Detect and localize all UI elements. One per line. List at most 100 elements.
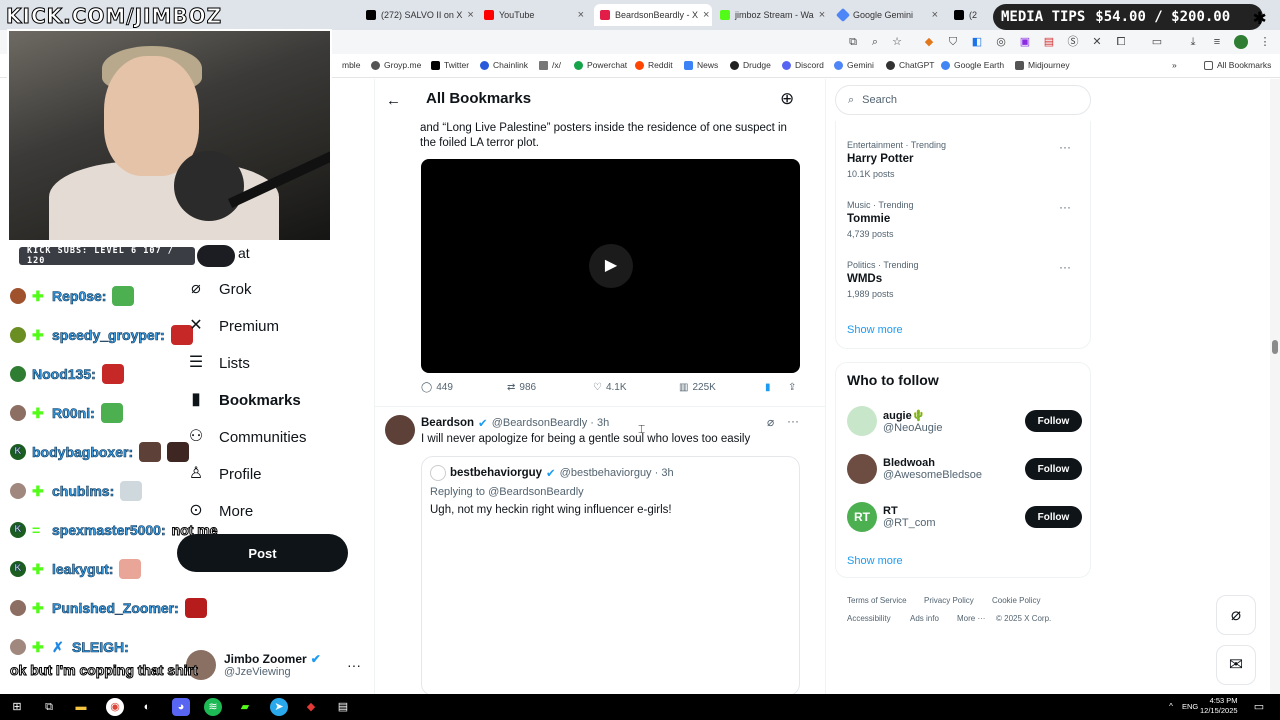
footer-link[interactable]: More ··· (957, 614, 985, 623)
tab-jimboz-stream[interactable]: jimboz Stream - Wa × (714, 4, 828, 26)
nav-premium[interactable]: ✕ Premium (187, 314, 279, 338)
footer-link[interactable]: Terms of Service (847, 596, 907, 605)
windows-start-icon[interactable]: ⊞ (8, 698, 26, 716)
bookmark-item[interactable]: Drudge (730, 60, 771, 70)
bookmarks-overflow-icon[interactable]: » (1172, 60, 1177, 70)
bookmark-item[interactable]: Powerchat (574, 60, 627, 70)
extension-icon[interactable]: ◧ (970, 35, 984, 49)
messages-button[interactable]: ✉ (1216, 645, 1256, 685)
close-icon[interactable]: × (703, 9, 709, 21)
avatar[interactable] (385, 415, 415, 445)
footer-link[interactable]: Ads info (910, 614, 939, 623)
back-arrow-icon[interactable]: ← (386, 92, 401, 109)
close-icon[interactable]: × (819, 9, 825, 21)
bookmark-item[interactable]: Reddit (635, 60, 673, 70)
sidebar-icon[interactable]: ▭ (1150, 35, 1164, 49)
reply-button[interactable]: ◯ 449 (421, 382, 453, 393)
close-icon[interactable]: × (932, 9, 938, 21)
follow-suggestion[interactable]: RT RT @RT_com Follow (847, 501, 1082, 533)
app-icon[interactable]: ◆ (302, 698, 320, 716)
shield-icon[interactable]: ⛉ (946, 35, 960, 49)
views-button[interactable]: ▥ 225K (679, 382, 716, 393)
spotify-icon[interactable]: ≋ (204, 698, 222, 716)
follow-button[interactable]: Follow (1025, 506, 1082, 528)
more-icon[interactable]: ··· (787, 414, 799, 428)
zoom-icon[interactable]: ⌕ (868, 35, 882, 49)
obs-icon[interactable]: ▰ (236, 698, 254, 716)
discord-icon[interactable]: ◕ (172, 698, 190, 716)
screenshot-icon[interactable]: ⧉ (846, 35, 860, 49)
account-switcher[interactable]: Jimbo Zoomer ✔ @JzeViewing ··· (186, 645, 361, 685)
grok-button[interactable]: ⌀ (1216, 595, 1256, 635)
reading-list-icon[interactable]: ≡ (1210, 35, 1224, 49)
more-icon[interactable]: ··· (1059, 260, 1071, 274)
follow-button[interactable]: Follow (1025, 458, 1082, 480)
footer-link[interactable]: Accessibility (847, 614, 891, 623)
nav-bookmarks[interactable]: ▮ Bookmarks (187, 388, 301, 412)
nav-grok[interactable]: ⌀ Grok (187, 277, 251, 301)
tab-youtube[interactable]: YouTube × (478, 4, 590, 26)
repost-button[interactable]: ⇄ 986 (507, 382, 536, 393)
profile-icon[interactable] (1234, 35, 1248, 49)
show-more-link[interactable]: Show more (847, 324, 903, 336)
download-icon[interactable]: ⤓ (1186, 35, 1200, 49)
search-input[interactable]: ⌕ Search (835, 85, 1091, 115)
new-folder-icon[interactable]: ⊕ (780, 89, 794, 109)
close-icon[interactable]: × (578, 9, 584, 21)
follow-suggestion[interactable]: Bledwoah @AwesomeBledsoe Follow (847, 453, 1082, 485)
all-bookmarks[interactable]: All Bookmarks (1204, 60, 1271, 70)
task-view-icon[interactable]: ⧉ (40, 698, 58, 716)
tab-beardson[interactable]: BeardsonBeardly - X × (594, 4, 712, 26)
star-icon[interactable]: ☆ (890, 35, 904, 49)
extension-icon[interactable]: ▣ (1018, 35, 1032, 49)
trend-item[interactable]: Music · Trending Tommie 4,739 posts ··· (847, 200, 1077, 239)
bookmark-item[interactable]: Google Earth (941, 60, 1004, 70)
tab-gemini[interactable]: Google Gemini × (832, 4, 944, 26)
tray-arrow-icon[interactable]: ^ (1162, 698, 1180, 716)
metamask-icon[interactable]: ◆ (922, 35, 936, 49)
bookmark-item[interactable]: Groyp.me (371, 60, 421, 70)
grok-icon[interactable]: ⌀ (767, 415, 774, 429)
language-indicator[interactable]: ENG (1182, 702, 1198, 711)
more-icon[interactable]: ··· (347, 657, 361, 673)
extension-icon[interactable]: Ⓢ (1066, 35, 1080, 49)
like-button[interactable]: ♡ 4.1K (593, 382, 627, 393)
bookmark-item[interactable]: /x/ (539, 60, 561, 70)
app-icon[interactable]: ▤ (334, 698, 352, 716)
steam-icon[interactable]: ◐ (138, 698, 156, 716)
tab-x[interactable]: (2 (948, 4, 988, 26)
bookmark-item[interactable]: Midjourney (1015, 60, 1070, 70)
follow-button[interactable]: Follow (1025, 410, 1082, 432)
puzzle-icon[interactable]: ⧠ (1114, 35, 1128, 49)
more-icon[interactable]: ··· (1059, 140, 1071, 154)
system-clock[interactable]: 4:53 PM 12/15/2025 (1200, 696, 1238, 716)
bookmark-filled-icon[interactable]: ▮ (765, 382, 771, 393)
play-icon[interactable]: ▶ (589, 244, 633, 288)
trend-item[interactable]: Politics · Trending WMDs 1,989 posts ··· (847, 260, 1077, 299)
extension-icon[interactable]: ◎ (994, 35, 1008, 49)
menu-icon[interactable]: ⋮ (1258, 35, 1272, 49)
tab-salvo[interactable]: (272) SALVO II on X × (360, 4, 476, 26)
bookmark-item[interactable]: Discord (782, 60, 824, 70)
x-extension-icon[interactable]: ✕ (1090, 35, 1104, 49)
footer-link[interactable]: Cookie Policy (992, 596, 1040, 605)
bookmark-item[interactable]: ChatGPT (886, 60, 934, 70)
nav-communities[interactable]: ⚇ Communities (187, 425, 307, 449)
bookmark-item[interactable]: Twitter (431, 60, 469, 70)
close-icon[interactable]: × (467, 9, 473, 21)
more-icon[interactable]: ··· (1059, 200, 1071, 214)
chrome-icon[interactable]: ◉ (106, 698, 124, 716)
follow-suggestion[interactable]: augie🌵 @NeoAugie Follow (847, 405, 1082, 437)
bookmark-item[interactable]: News (684, 60, 718, 70)
notification-icon[interactable]: ▭ (1250, 698, 1268, 716)
trend-item[interactable]: Entertainment · Trending Harry Potter 10… (847, 140, 1077, 179)
scrollbar-thumb[interactable] (1272, 340, 1278, 354)
bookmark-item[interactable]: Chainlink (480, 60, 528, 70)
bookmark-item[interactable]: Gemini (834, 60, 874, 70)
post-button[interactable]: Post (177, 534, 348, 572)
nav-profile[interactable]: ♙ Profile (187, 462, 262, 486)
file-explorer-icon[interactable]: ▬ (72, 698, 90, 716)
bookmark-item[interactable]: mble (342, 60, 360, 70)
extension-icon[interactable]: ▤ (1042, 35, 1056, 49)
share-icon[interactable]: ⇪ (788, 382, 796, 393)
